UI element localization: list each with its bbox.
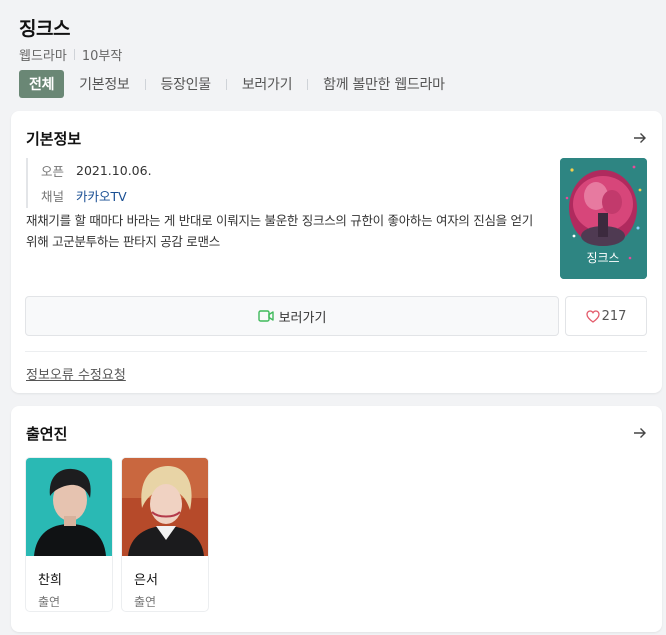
- cast-member-card[interactable]: 은서 출연: [121, 457, 209, 612]
- basic-info-title: 기본정보: [26, 130, 82, 148]
- cast-member-card[interactable]: 찬희 출연: [25, 457, 113, 612]
- drama-header: 징크스 웹드라마 10부작 전체 기본정보 등장인물 보러가기 함께 볼만한 웹…: [0, 0, 666, 110]
- drama-meta: 웹드라마 10부작: [19, 45, 122, 64]
- episodes-label: 10부작: [81, 49, 123, 64]
- watch-button-label: 보러가기: [278, 310, 327, 326]
- divider: [25, 351, 647, 352]
- like-count: 217: [601, 308, 627, 324]
- info-label: 오픈: [41, 164, 65, 179]
- open-date: 2021.10.06.: [76, 163, 152, 178]
- cast-list: 찬희 출연 은서 출연: [25, 457, 217, 612]
- synopsis: 재채기를 할 때마다 바라는 게 반대로 이뤄지는 불운한 징크스의 규한이 좋…: [26, 213, 533, 249]
- page-title: 징크스: [19, 18, 70, 40]
- arrow-right-icon[interactable]: [633, 131, 647, 145]
- info-row-channel: 채널 카카오TV: [41, 183, 152, 208]
- meta-divider: [73, 49, 75, 60]
- info-list: 오픈 2021.10.06. 채널 카카오TV: [26, 158, 152, 208]
- genre-label: 웹드라마: [19, 49, 67, 64]
- poster-title: 징크스: [586, 251, 619, 265]
- video-play-icon: [257, 310, 274, 322]
- poster-image[interactable]: 징크스: [560, 158, 647, 279]
- cast-role: 출연: [134, 595, 157, 609]
- cast-photo: [26, 458, 112, 556]
- cast-photo: [122, 458, 208, 556]
- arrow-right-icon[interactable]: [633, 426, 647, 440]
- cast-name: 찬희: [38, 573, 62, 588]
- channel-link[interactable]: 카카오TV: [76, 186, 127, 205]
- tab-divider: [225, 78, 227, 90]
- basic-info-card: 기본정보 오픈 2021.10.06. 채널 카카오TV 재채기를 할 때마다 …: [11, 111, 662, 393]
- tab-basic-info[interactable]: 기본정보: [79, 74, 130, 94]
- cast-name: 은서: [134, 573, 158, 588]
- tab-divider: [307, 78, 309, 90]
- tab-all[interactable]: 전체: [19, 70, 65, 98]
- tab-related-dramas[interactable]: 함께 볼만한 웹드라마: [323, 74, 445, 94]
- tab-divider: [144, 78, 146, 90]
- cast-role: 출연: [38, 595, 61, 609]
- poster-art: 징크스: [560, 158, 647, 279]
- cast-card-section: 출연진 찬희 출연 은서 출연: [11, 406, 662, 632]
- watch-button[interactable]: 보러가기: [25, 296, 559, 336]
- info-label: 채널: [41, 189, 65, 204]
- tab-characters[interactable]: 등장인물: [161, 74, 212, 94]
- info-row-open: 오픈 2021.10.06.: [41, 158, 152, 183]
- like-button[interactable]: 217: [565, 296, 647, 336]
- tab-watch[interactable]: 보러가기: [242, 74, 293, 94]
- report-error-link[interactable]: 정보오류 수정요청: [26, 364, 126, 383]
- heart-icon: [585, 309, 600, 323]
- tab-bar: 전체 기본정보 등장인물 보러가기 함께 볼만한 웹드라마: [19, 70, 445, 98]
- cast-title: 출연진: [26, 425, 68, 443]
